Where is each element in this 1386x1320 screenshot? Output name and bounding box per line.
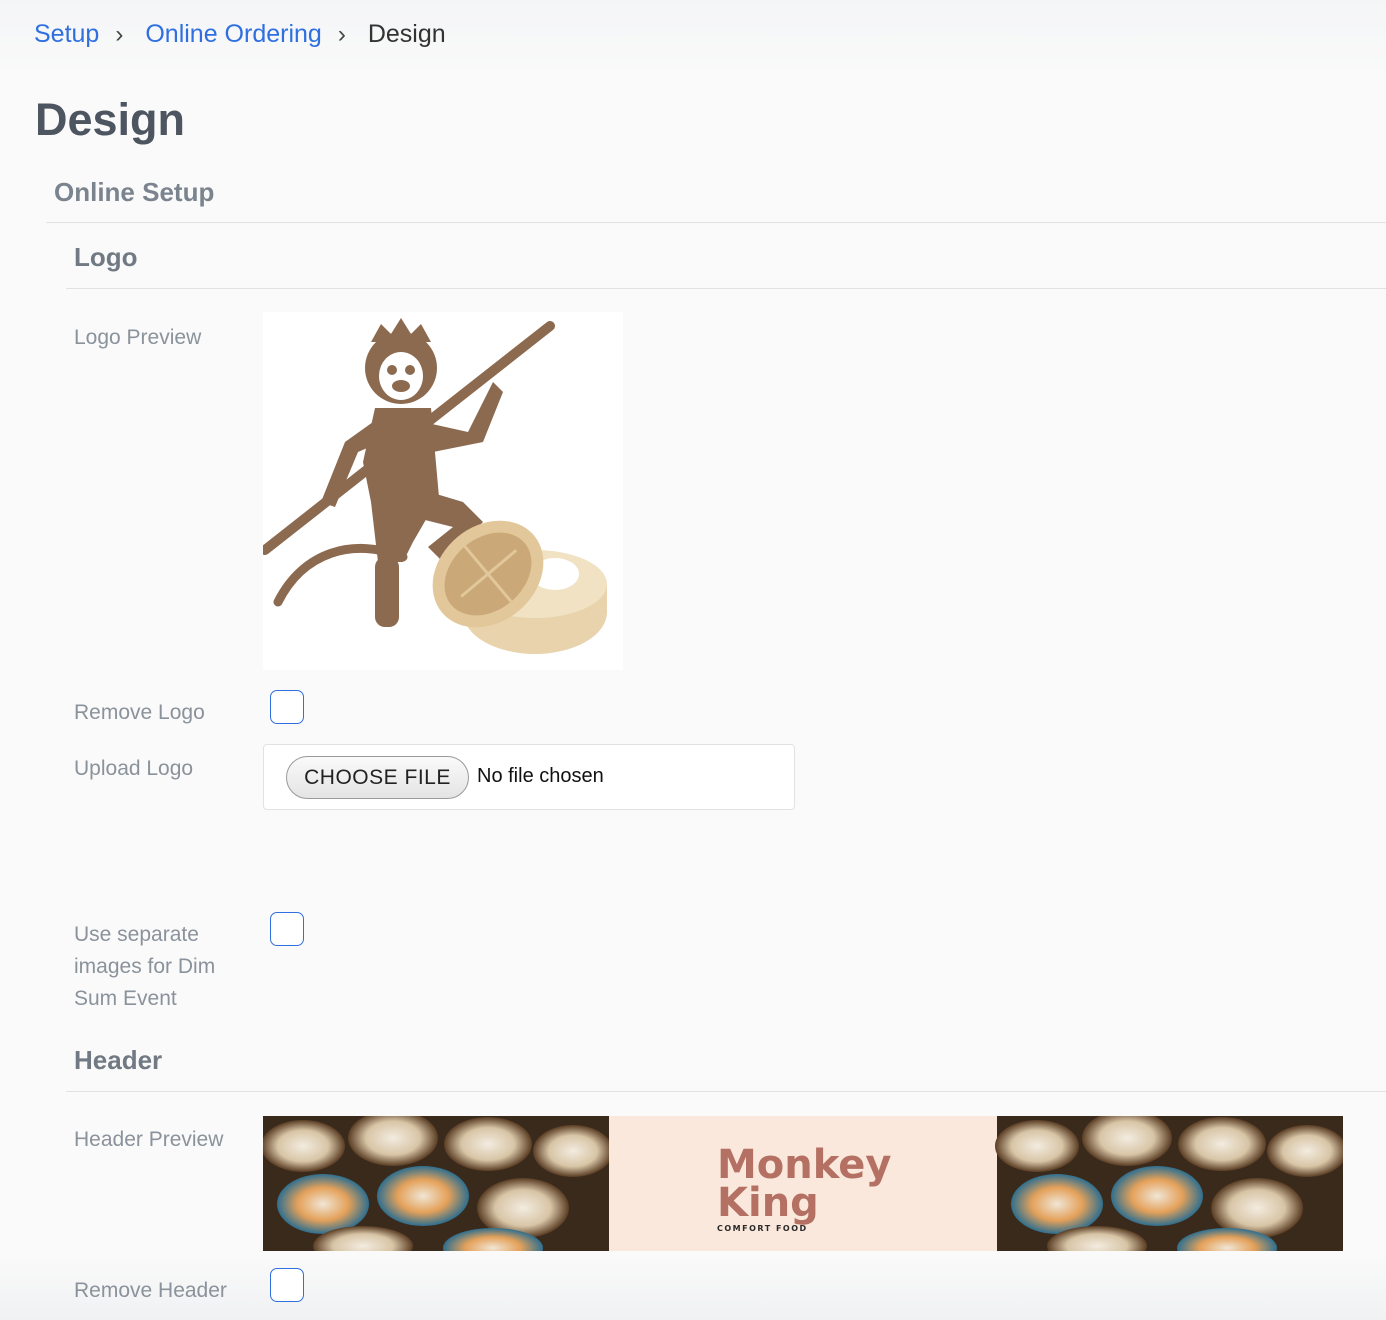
- breadcrumb-current: Design: [367, 20, 446, 48]
- section-divider: [46, 222, 1386, 223]
- chevron-right-icon: ›: [115, 20, 124, 48]
- section-title-online-setup: Online Setup: [54, 177, 215, 207]
- page-title: Design: [35, 94, 186, 145]
- upload-logo-label: Upload Logo: [74, 757, 194, 780]
- breadcrumb-link-setup[interactable]: Setup: [34, 20, 99, 49]
- header-banner: Monkey King COMFORT FOOD: [261, 1110, 1347, 1268]
- subsection-title-logo: Logo: [74, 242, 138, 272]
- chevron-right-icon: ›: [337, 20, 346, 48]
- remove-header-label: Remove Header: [74, 1279, 227, 1302]
- subsection-title-header: Header: [74, 1045, 163, 1075]
- logo-preview-label: Logo Preview: [74, 326, 202, 349]
- subsection-divider: [66, 1091, 1386, 1092]
- logo-preview-image: [260, 312, 623, 670]
- separate-images-checkbox[interactable]: [270, 912, 304, 946]
- subsection-divider: [66, 288, 1386, 289]
- separate-images-label: Use separate images for Dim Sum Event: [74, 923, 216, 1010]
- brand-tagline: COMFORT FOOD: [717, 1224, 808, 1233]
- remove-header-checkbox[interactable]: [270, 1268, 304, 1302]
- file-status-text: No file chosen: [477, 765, 604, 787]
- breadcrumb: Setup › Online Ordering › Design: [34, 20, 446, 49]
- upload-logo-field: CHOOSE FILE No file chosen: [263, 744, 795, 810]
- remove-logo-checkbox[interactable]: [270, 690, 304, 724]
- monkey-king-logo: [260, 318, 607, 654]
- header-preview-image: Monkey King COMFORT FOOD: [261, 1110, 1347, 1268]
- choose-file-button[interactable]: CHOOSE FILE: [286, 756, 469, 799]
- breadcrumb-link-online-ordering[interactable]: Online Ordering: [145, 20, 321, 49]
- header-preview-label: Header Preview: [74, 1128, 224, 1151]
- brand-name-line2: King: [717, 1180, 819, 1226]
- remove-logo-label: Remove Logo: [74, 701, 205, 724]
